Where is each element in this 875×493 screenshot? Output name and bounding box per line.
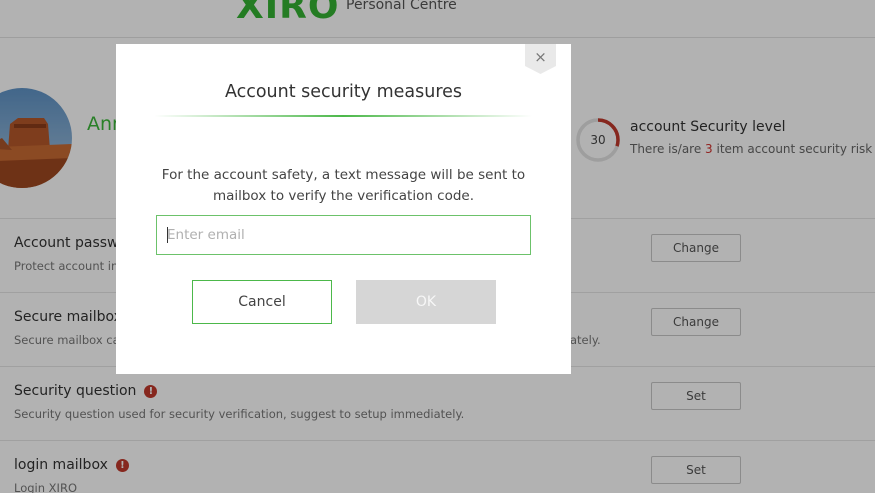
title-divider: [154, 115, 532, 117]
dialog-title: Account security measures: [224, 82, 463, 102]
email-input[interactable]: [156, 215, 531, 255]
cancel-button[interactable]: Cancel: [192, 280, 332, 324]
ok-button[interactable]: OK: [356, 280, 496, 324]
dialog-message: For the account safety, a text message w…: [161, 167, 526, 204]
text-caret: [167, 227, 168, 243]
close-icon[interactable]: ×: [525, 45, 556, 69]
security-dialog: × Account security measures For the acco…: [116, 44, 571, 374]
